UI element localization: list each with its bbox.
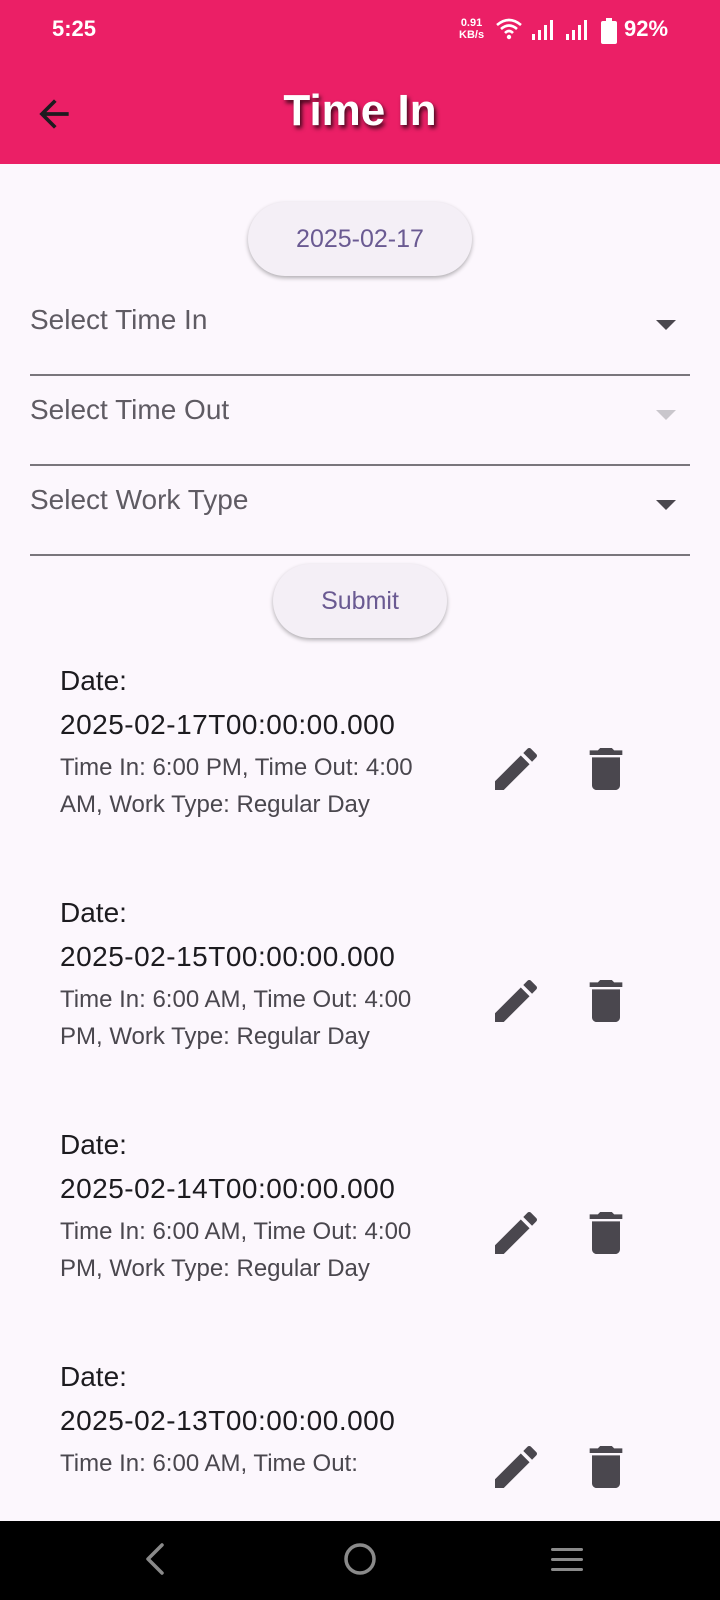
nav-home-icon[interactable]	[340, 1539, 380, 1579]
battery-icon	[601, 18, 617, 44]
edit-icon[interactable]	[488, 1205, 544, 1261]
trash-icon[interactable]	[578, 973, 634, 1029]
entry-details: Time In: 6:00 AM, Time Out: 4:00 PM, Wor…	[60, 986, 412, 1050]
list-item: Date: 2025-02-13T00:00:00.000 Time In: 6…	[60, 1355, 700, 1488]
time-in-placeholder: Select Time In	[30, 304, 208, 335]
caret-down-icon	[656, 500, 676, 510]
submit-button[interactable]: Submit	[273, 564, 447, 638]
entry-details: Time In: 6:00 AM, Time Out: 4:00 PM, Wor…	[60, 1218, 412, 1282]
battery-percent: 92%	[624, 16, 669, 41]
status-time: 5:25	[52, 16, 97, 41]
list-item: Date: 2025-02-15T00:00:00.000 Time In: 6…	[60, 891, 700, 1123]
caret-down-icon	[656, 320, 676, 330]
trash-icon[interactable]	[578, 741, 634, 797]
page-title: Time In	[283, 86, 437, 135]
caret-down-icon	[656, 410, 676, 420]
entry-date-value: 2025-02-17T00:00:00.000	[60, 709, 396, 740]
entry-date-label: Date:	[60, 1361, 127, 1392]
entry-date-value: 2025-02-15T00:00:00.000	[60, 941, 396, 972]
time-out-placeholder: Select Time Out	[30, 394, 230, 425]
edit-icon[interactable]	[488, 1439, 544, 1495]
entry-date-value: 2025-02-14T00:00:00.000	[60, 1173, 396, 1204]
wifi-icon	[496, 18, 522, 40]
network-speed: 0.91 KB/s	[459, 17, 484, 41]
list-item: Date: 2025-02-14T00:00:00.000 Time In: 6…	[60, 1123, 700, 1355]
entry-date-label: Date:	[60, 665, 127, 696]
entry-date-label: Date:	[60, 897, 127, 928]
signal-icon	[532, 20, 553, 40]
signal-icon	[566, 20, 587, 40]
network-speed-unit: KB/s	[459, 29, 485, 41]
trash-icon[interactable]	[578, 1439, 634, 1495]
entry-details: Time In: 6:00 AM, Time Out:	[60, 1450, 358, 1477]
list-item: Date: 2025-02-17T00:00:00.000 Time In: 6…	[60, 659, 700, 891]
work-type-dropdown[interactable]: Select Work Type	[30, 466, 690, 556]
time-out-dropdown[interactable]: Select Time Out	[30, 376, 690, 466]
entry-date-label: Date:	[60, 1129, 127, 1160]
nav-menu-icon[interactable]	[549, 1539, 585, 1579]
date-picker-button[interactable]: 2025-02-17	[248, 202, 472, 276]
edit-icon[interactable]	[488, 973, 544, 1029]
entry-details: Time In: 6:00 PM, Time Out: 4:00 AM, Wor…	[60, 754, 413, 818]
entry-date-value: 2025-02-13T00:00:00.000	[60, 1405, 396, 1436]
edit-icon[interactable]	[488, 741, 544, 797]
trash-icon[interactable]	[578, 1205, 634, 1261]
nav-back-icon[interactable]	[140, 1539, 170, 1579]
network-speed-value: 0.91	[460, 17, 483, 29]
status-bar: 5:25 0.91 KB/s 92%	[0, 0, 720, 62]
time-in-dropdown[interactable]: Select Time In	[30, 286, 690, 376]
app-bar: 5:25 0.91 KB/s 92% Time In	[0, 0, 720, 164]
system-nav-bar	[0, 1521, 720, 1600]
work-type-placeholder: Select Work Type	[30, 484, 249, 515]
